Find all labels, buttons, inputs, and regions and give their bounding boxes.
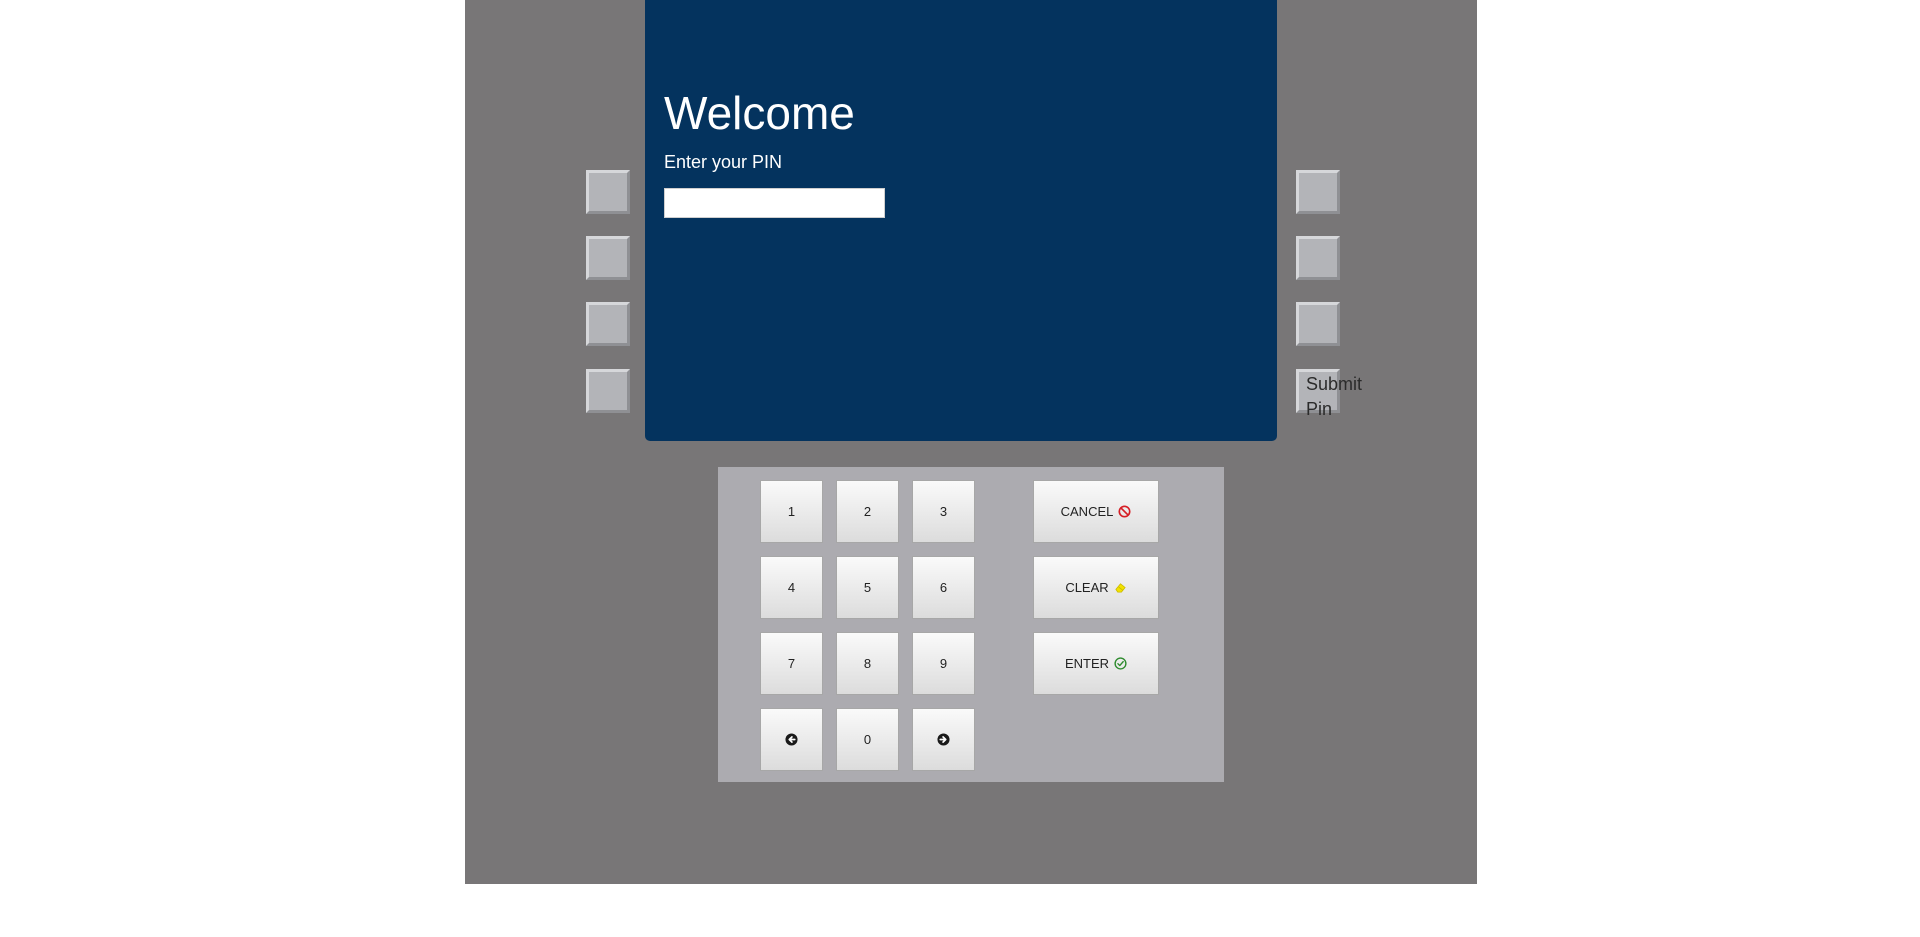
- cancel-label: CANCEL: [1060, 504, 1114, 519]
- previous-button[interactable]: [760, 708, 823, 771]
- eraser-icon: [1115, 583, 1126, 593]
- key-8[interactable]: 8: [836, 632, 899, 695]
- key-9[interactable]: 9: [912, 632, 975, 695]
- side-button-left-3[interactable]: [586, 302, 630, 346]
- keypad: 1 2 3 4 5 6 7 8 9 0 CANCEL CLEAR ENTER: [718, 467, 1224, 782]
- key-4[interactable]: 4: [760, 556, 823, 619]
- key-1[interactable]: 1: [760, 480, 823, 543]
- arrow-left-circle-icon: [785, 733, 798, 746]
- key-2[interactable]: 2: [836, 480, 899, 543]
- pin-input[interactable]: [664, 188, 885, 218]
- side-button-left-2[interactable]: [586, 236, 630, 280]
- side-button-right-3[interactable]: [1296, 302, 1340, 346]
- side-button-right-2[interactable]: [1296, 236, 1340, 280]
- no-entry-icon: [1118, 505, 1131, 518]
- key-0[interactable]: 0: [836, 708, 899, 771]
- atm-screen: Welcome Enter your PIN: [645, 0, 1277, 441]
- enter-label: ENTER: [1064, 656, 1110, 671]
- pin-prompt: Enter your PIN: [664, 152, 783, 172]
- clear-label: CLEAR: [1065, 580, 1109, 595]
- submit-pin-label: Submit Pin: [1306, 374, 1363, 419]
- check-circle-icon: [1114, 657, 1127, 670]
- next-button[interactable]: [912, 708, 975, 771]
- arrow-right-circle-icon: [937, 733, 950, 746]
- key-5[interactable]: 5: [836, 556, 899, 619]
- side-button-right-1[interactable]: [1296, 170, 1340, 214]
- key-3[interactable]: 3: [912, 480, 975, 543]
- welcome-title: Welcome: [664, 87, 855, 139]
- key-6[interactable]: 6: [912, 556, 975, 619]
- key-7[interactable]: 7: [760, 632, 823, 695]
- clear-button[interactable]: CLEAR: [1033, 556, 1159, 619]
- cancel-button[interactable]: CANCEL: [1033, 480, 1159, 543]
- side-button-left-4[interactable]: [586, 369, 630, 413]
- side-button-left-1[interactable]: [586, 170, 630, 214]
- enter-button[interactable]: ENTER: [1033, 632, 1159, 695]
